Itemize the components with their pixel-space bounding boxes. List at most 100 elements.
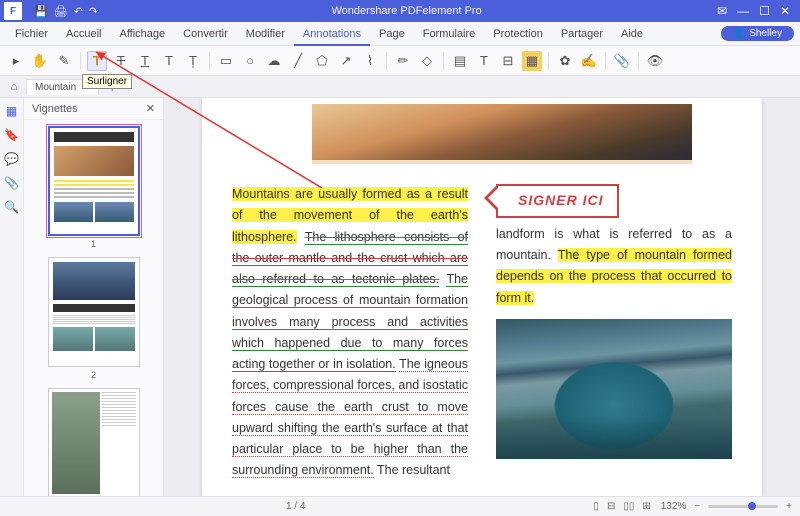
sign-here-stamp[interactable]: SIGNER ICI	[496, 184, 619, 218]
two-continuous-icon[interactable]: ⊞	[640, 501, 652, 512]
menu-partager[interactable]: Partager	[552, 22, 612, 46]
status-bar: 1 / 4 ▯ ⊟ ▯▯ ⊞ 132% − +	[0, 496, 800, 516]
thumbnail-number: 1	[30, 239, 157, 249]
squiggly-tool-icon[interactable]: T	[159, 51, 179, 71]
zoom-out-icon[interactable]: −	[694, 501, 700, 512]
divider	[638, 52, 639, 70]
underline-tool-icon[interactable]: T	[135, 51, 155, 71]
home-tab-icon[interactable]: ⌂	[4, 81, 24, 93]
thumbnail-page-2[interactable]: 2	[30, 257, 157, 380]
textbox-tool-icon[interactable]: ⊟	[498, 51, 518, 71]
typewriter-tool-icon[interactable]: T	[474, 51, 494, 71]
menu-convertir[interactable]: Convertir	[174, 22, 237, 46]
stamp-tool-icon[interactable]: ✿	[555, 51, 575, 71]
mountain-photo	[496, 319, 732, 459]
thumbnails-panel: Vignettes ✕ 1 2	[24, 98, 164, 496]
menu-page[interactable]: Page	[370, 22, 414, 46]
annotations-toolbar: ▸ ✋ ✎ T T T T T̩ ▭ ○ ☁ ╱ ⬠ ↗ ⌇ ✏ ◇ ▤ T ⊟…	[0, 46, 800, 76]
main-area: ▦ 🔖 💬 📎 🔍 Vignettes ✕ 1	[0, 98, 800, 496]
user-icon: 👤	[733, 28, 745, 39]
polygon-shape-icon[interactable]: ⬠	[312, 51, 332, 71]
user-badge[interactable]: 👤 Shelley	[721, 26, 794, 41]
line-shape-icon[interactable]: ╱	[288, 51, 308, 71]
zoom-value[interactable]: 132%	[661, 501, 687, 512]
divider	[80, 52, 81, 70]
signature-tool-icon[interactable]: ✍	[579, 51, 599, 71]
attachment-tool-icon[interactable]: 📎	[612, 51, 632, 71]
menu-affichage[interactable]: Affichage	[110, 22, 174, 46]
strikethrough-tool-icon[interactable]: T	[111, 51, 131, 71]
minimize-icon[interactable]: —	[737, 4, 749, 18]
tab-label: Mountain	[35, 82, 76, 93]
divider	[548, 52, 549, 70]
zoom-in-icon[interactable]: +	[786, 501, 792, 512]
page-indicator[interactable]: 1 / 4	[8, 501, 583, 512]
oval-shape-icon[interactable]: ○	[240, 51, 260, 71]
rectangle-shape-icon[interactable]: ▭	[216, 51, 236, 71]
app-logo: F	[4, 2, 22, 20]
menu-fichier[interactable]: Fichier	[6, 22, 57, 46]
divider	[443, 52, 444, 70]
header-image	[312, 104, 692, 164]
divider	[386, 52, 387, 70]
connected-line-icon[interactable]: ⌇	[360, 51, 380, 71]
thumbnail-page-1[interactable]: 1	[30, 126, 157, 249]
undo-icon[interactable]: ↶	[74, 5, 83, 18]
menu-bar: Fichier Accueil Affichage Convertir Modi…	[0, 22, 800, 46]
menu-aide[interactable]: Aide	[612, 22, 652, 46]
arrow-shape-icon[interactable]: ↗	[336, 51, 356, 71]
underline-blue-text[interactable]: The igneous forces, compressional forces…	[232, 357, 468, 478]
thumbnail-page-3[interactable]: 3	[30, 388, 157, 496]
tooltip: Surligner	[82, 74, 132, 89]
divider	[605, 52, 606, 70]
body-text: The resultant	[377, 463, 450, 477]
menu-annotations[interactable]: Annotations	[294, 22, 370, 46]
single-page-icon[interactable]: ▯	[591, 501, 601, 512]
menu-accueil[interactable]: Accueil	[57, 22, 110, 46]
page-1: Mountains are usually formed as a result…	[202, 98, 762, 496]
view-mode-buttons: ▯ ⊟ ▯▯ ⊞	[591, 501, 652, 512]
caret-tool-icon[interactable]: T̩	[183, 51, 203, 71]
menu-modifier[interactable]: Modifier	[237, 22, 294, 46]
title-bar: F 💾 🖨 ↶ ↷ Wondershare PDFelement Pro ✉ —…	[0, 0, 800, 22]
select-tool-icon[interactable]: ▸	[6, 51, 26, 71]
thumbnails-list[interactable]: 1 2 3	[24, 120, 163, 496]
pencil-tool-icon[interactable]: ✏	[393, 51, 413, 71]
area-highlight-icon[interactable]: ▦	[522, 51, 542, 71]
redo-icon[interactable]: ↷	[89, 5, 98, 18]
window-controls: ✉ — ☐ ✕	[707, 4, 800, 18]
comments-rail-icon[interactable]: 💬	[4, 152, 19, 166]
hand-tool-icon[interactable]: ✋	[30, 51, 50, 71]
search-rail-icon[interactable]: 🔍	[4, 200, 19, 214]
left-column: Mountains are usually formed as a result…	[232, 184, 468, 482]
note-tool-icon[interactable]: ▤	[450, 51, 470, 71]
cloud-shape-icon[interactable]: ☁	[264, 51, 284, 71]
document-viewport[interactable]: Mountains are usually formed as a result…	[164, 98, 800, 496]
edit-tool-icon[interactable]: ✎	[54, 51, 74, 71]
user-name: Shelley	[749, 28, 782, 39]
right-column: SIGNER ICI landform is what is referred …	[496, 184, 732, 482]
divider	[209, 52, 210, 70]
menu-formulaire[interactable]: Formulaire	[414, 22, 485, 46]
maximize-icon[interactable]: ☐	[759, 4, 770, 18]
close-icon[interactable]: ✕	[780, 4, 790, 18]
thumbnails-title: Vignettes	[32, 103, 78, 115]
app-title: Wondershare PDFelement Pro	[106, 5, 707, 17]
thumbnail-number: 2	[30, 370, 157, 380]
thumbnails-rail-icon[interactable]: ▦	[6, 104, 17, 118]
save-icon[interactable]: 💾	[34, 5, 48, 18]
side-rail: ▦ 🔖 💬 📎 🔍	[0, 98, 24, 496]
eraser-tool-icon[interactable]: ◇	[417, 51, 437, 71]
panel-close-icon[interactable]: ✕	[146, 102, 155, 115]
hide-annotations-icon[interactable]: 👁	[645, 51, 665, 71]
quick-access-toolbar: 💾 🖨 ↶ ↷	[26, 5, 106, 18]
zoom-slider[interactable]	[708, 505, 778, 508]
attachments-rail-icon[interactable]: 📎	[4, 176, 19, 190]
bookmarks-rail-icon[interactable]: 🔖	[4, 128, 19, 142]
menu-protection[interactable]: Protection	[484, 22, 552, 46]
print-icon[interactable]: 🖨	[54, 5, 68, 18]
highlight-tool-icon[interactable]: T	[87, 51, 107, 71]
mail-icon[interactable]: ✉	[717, 4, 727, 18]
two-page-icon[interactable]: ▯▯	[621, 501, 636, 512]
continuous-page-icon[interactable]: ⊟	[605, 501, 617, 512]
